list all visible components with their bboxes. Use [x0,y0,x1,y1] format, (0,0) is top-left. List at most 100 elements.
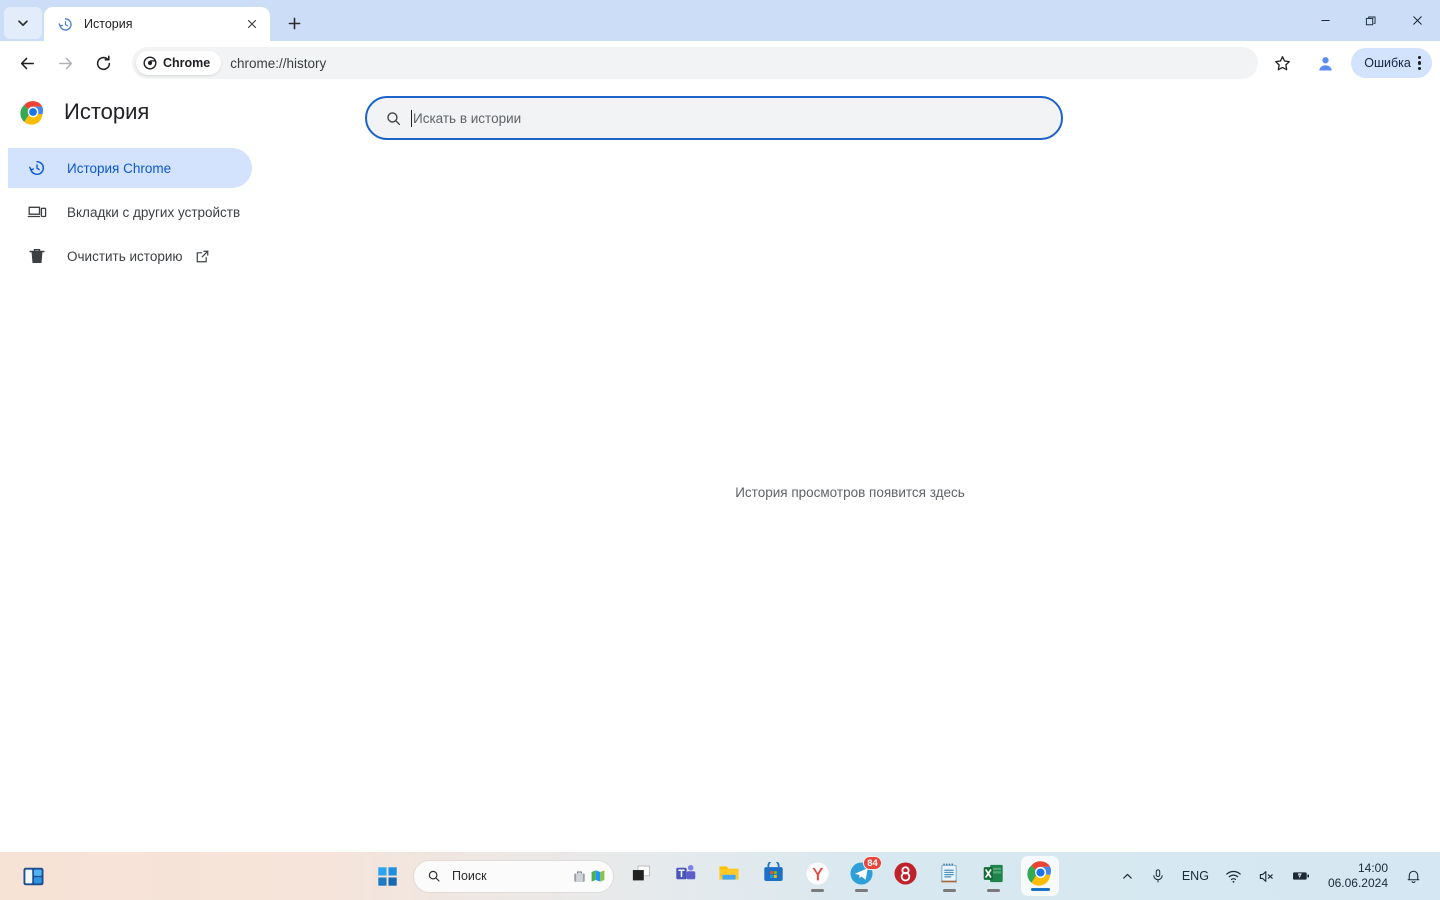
task-view-icon [627,859,655,887]
volume-button[interactable] [1250,858,1283,894]
windows-taskbar: Поиск 84 ENG 14:00 06.06.2024 [0,852,1440,900]
language-indicator[interactable]: ENG [1174,858,1217,894]
chevron-up-icon [1122,873,1132,879]
history-sidebar: История Chrome Вкладки с других устройст… [0,148,260,280]
text-cursor [411,109,412,127]
address-bar[interactable]: Chrome chrome://history [132,47,1259,79]
chrome-scheme-chip: Chrome [136,51,222,75]
error-menu-button[interactable]: Ошибка [1351,48,1432,78]
trash-icon [26,246,48,266]
running-indicator [942,889,956,892]
browser-toolbar: Chrome chrome://history Ошибка [0,41,1440,85]
volume-muted-icon [1259,870,1273,882]
running-indicator [810,889,824,892]
taskbar-app-microsoft-store[interactable] [757,857,789,895]
search-icon [387,111,401,125]
microphone-button[interactable] [1142,858,1174,894]
notification-badge: 84 [863,856,882,870]
tab-title: История [84,17,133,31]
taskbar-apps: Поиск 84 [372,856,1059,896]
battery-button[interactable] [1283,858,1319,894]
url-text: chrome://history [230,55,327,71]
sidebar-item-label: Очистить историю [67,248,183,264]
microsoft-teams-icon [671,859,699,887]
forward-arrow-icon [58,57,72,69]
taskbar-app-microsoft-excel[interactable] [977,857,1009,895]
taskbar-widgets [18,861,48,891]
sidebar-item-tabs-from-other-devices[interactable]: Вкладки с других устройств [8,192,252,232]
gitlab-icon [891,859,919,887]
minimize-icon [1320,19,1330,22]
notifications-button[interactable] [1397,858,1430,894]
minimize-button[interactable] [1302,0,1348,41]
empty-history-message: История просмотров появится здесь [735,485,965,500]
clock[interactable]: 14:00 06.06.2024 [1319,861,1397,891]
star-icon [1274,55,1290,70]
close-icon [247,19,257,29]
taskbar-app-telegram[interactable]: 84 [845,856,882,895]
tab-search-button[interactable] [4,7,42,39]
taskbar-app-notepad[interactable] [933,857,965,895]
sidebar-item-label: Вкладки с других устройств [67,204,241,220]
window-controls [1302,0,1440,41]
search-input[interactable]: Искать в истории [365,96,1063,140]
sidebar-item-chrome-history[interactable]: История Chrome [8,148,252,188]
browser-window: История Chrome chrome://history Ошибка И… [0,0,1440,900]
bell-icon [1407,870,1420,883]
reload-icon [96,55,110,70]
history-clock-icon [26,158,48,178]
forward-button[interactable] [49,47,81,79]
running-indicator [986,889,1000,892]
taskbar-app-task-view[interactable] [625,857,657,895]
chevron-down-icon [18,20,28,27]
wifi-icon [1226,870,1241,883]
map-icon [591,870,605,882]
taskbar-app-file-explorer[interactable] [713,857,745,895]
back-button[interactable] [11,47,43,79]
widgets-icon[interactable] [18,861,48,891]
close-icon [1412,16,1422,25]
three-dot-menu-icon[interactable] [1417,55,1426,71]
microsoft-store-icon [759,859,787,887]
microsoft-excel-icon [979,859,1007,887]
taskbar-app-microsoft-teams[interactable] [669,857,701,895]
history-page: История Искать в истории История Chrome … [0,85,1440,852]
taskbar-app-yandex-browser[interactable] [801,857,833,895]
chrome-chip-label: Chrome [163,56,211,70]
plus-icon [288,17,300,29]
open-in-new-icon [194,248,211,265]
profile-button[interactable] [1310,48,1340,78]
close-button[interactable] [1394,0,1440,41]
error-label: Ошибка [1364,56,1411,70]
chrome-logo [1026,858,1054,886]
devices-icon [26,202,48,222]
maximize-button[interactable] [1348,0,1394,41]
tab-history[interactable]: История [44,7,270,41]
back-arrow-icon [20,57,34,69]
sidebar-item-label: История Chrome [67,160,172,176]
clock-date: 06.06.2024 [1327,876,1388,890]
microphone-icon [1153,869,1163,883]
taskbar-app-google-chrome[interactable] [1021,856,1059,896]
history-clock-icon [58,17,72,31]
sidebar-item-clear-history[interactable]: Очистить историю [8,236,252,276]
yandex-browser-icon [803,859,831,887]
taskbar-search-box[interactable]: Поиск [414,860,613,892]
tray-overflow-button[interactable] [1113,858,1142,894]
windows-start-icon[interactable] [372,861,402,891]
tab-strip: История [0,0,1440,41]
wifi-button[interactable] [1217,858,1250,894]
reload-button[interactable] [87,47,119,79]
taskbar-search-placeholder: Поиск [452,869,487,883]
new-tab-button[interactable] [279,8,309,38]
search-placeholder: Искать в истории [413,110,522,126]
system-tray: ENG 14:00 06.06.2024 [1113,858,1430,894]
restore-icon [1365,16,1376,25]
bookmark-button[interactable] [1266,47,1298,79]
chrome-mono-icon [143,56,157,70]
taskbar-app-gitlab[interactable] [889,857,921,895]
battery-warning-icon [1292,872,1309,880]
chrome-logo [20,100,45,125]
profile-avatar-icon [1318,56,1332,70]
tab-close-button[interactable] [242,14,262,34]
